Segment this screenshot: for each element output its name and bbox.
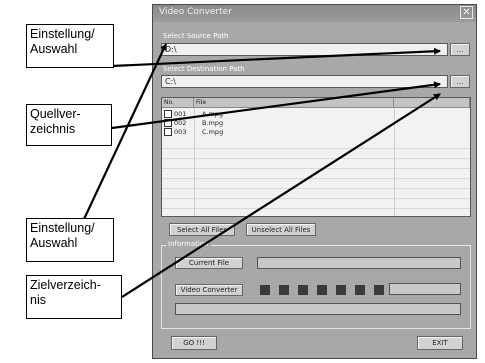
arrow-to-destination-browse xyxy=(111,81,441,130)
callout-destination-dir: Zielverzeich- nis xyxy=(26,275,122,319)
callout-settings-2: Einstellung/ Auswahl xyxy=(26,218,114,262)
callout-settings-1: Einstellung/ Auswahl xyxy=(26,24,114,68)
arrow-to-destination-path xyxy=(121,93,441,298)
callout-source-dir: Quellver- zeichnis xyxy=(26,104,112,146)
